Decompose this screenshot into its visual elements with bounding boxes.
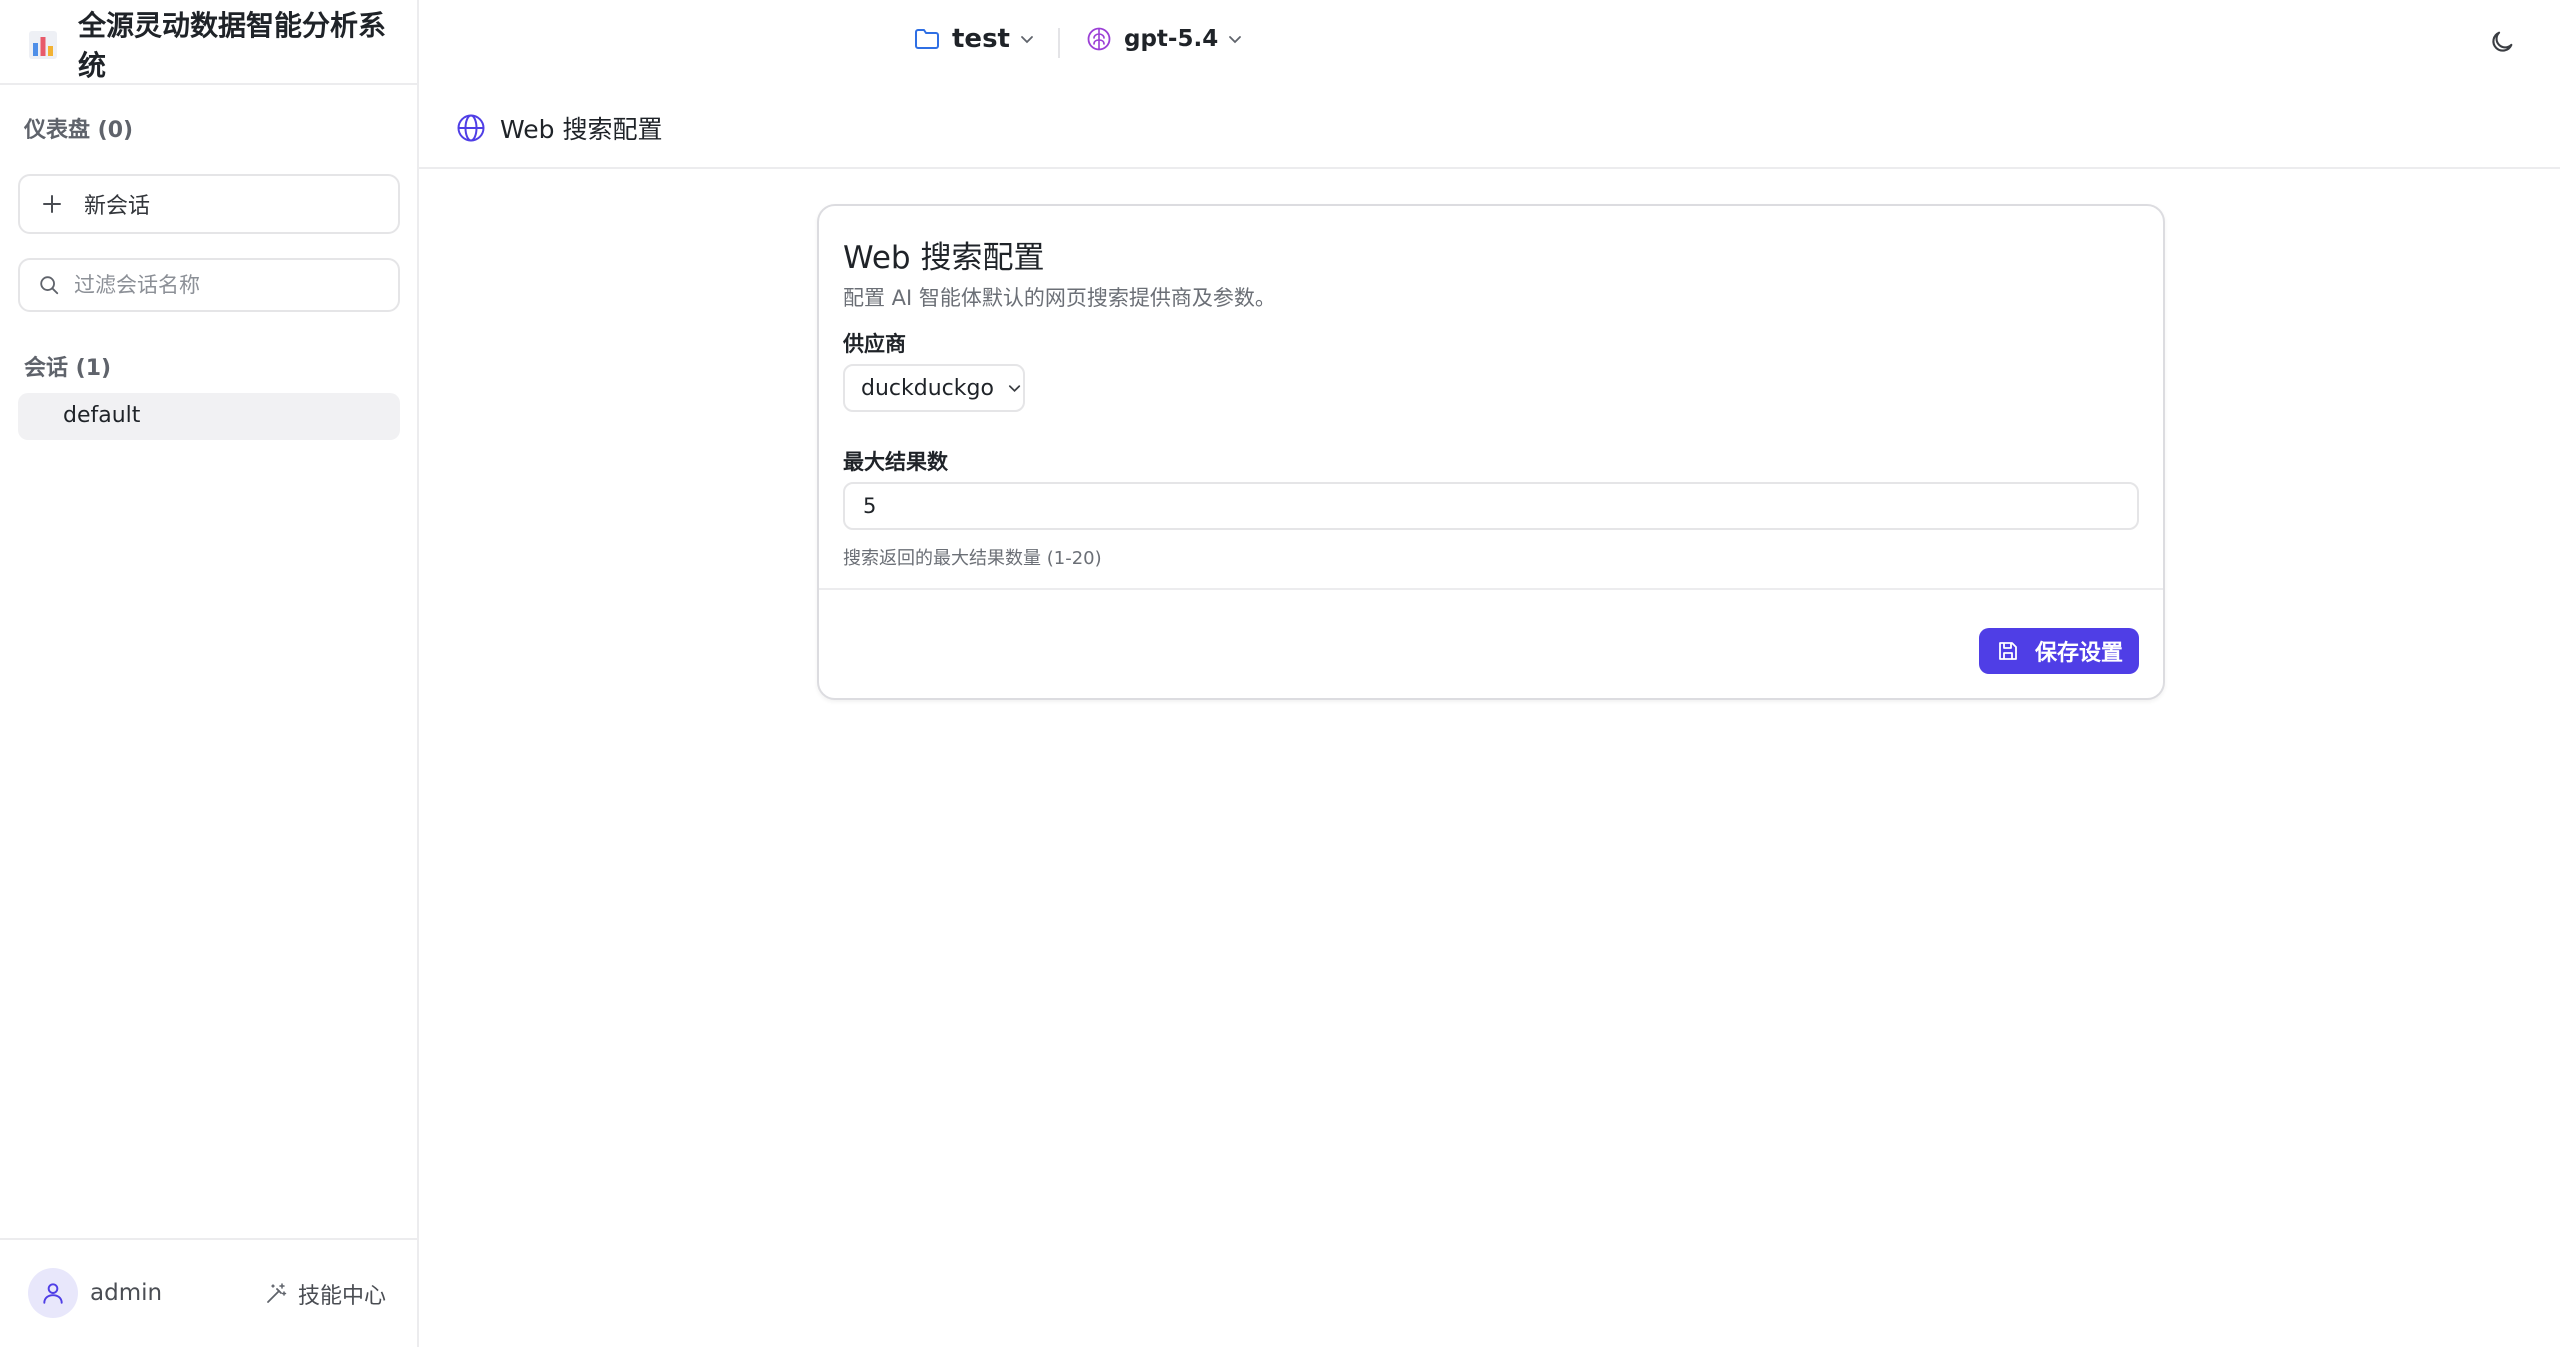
sessions-section-title: 会话 (1) xyxy=(24,356,112,381)
provider-value: duckduckgo xyxy=(861,375,994,401)
session-item-label: default xyxy=(63,403,141,428)
new-chat-label: 新会话 xyxy=(84,194,151,219)
globe-icon xyxy=(457,114,485,142)
chevron-down-icon xyxy=(1008,385,1021,393)
max-results-hint: 搜索返回的最大结果数量 (1-20) xyxy=(843,548,1102,569)
top-bar xyxy=(419,0,2560,86)
user-icon xyxy=(43,1283,63,1304)
project-selector[interactable]: test xyxy=(914,24,1036,54)
page-header: Web 搜索配置 xyxy=(456,110,662,146)
divider xyxy=(1058,28,1060,58)
bar-chart-logo-icon xyxy=(29,31,57,59)
moon-icon[interactable] xyxy=(2488,28,2516,56)
max-results-label: 最大结果数 xyxy=(843,450,948,474)
avatar[interactable] xyxy=(28,1268,78,1318)
divider xyxy=(0,83,417,85)
card-title: Web 搜索配置 xyxy=(843,240,1045,276)
save-settings-button[interactable]: 保存设置 xyxy=(1979,628,2139,674)
skills-center-label: 技能中心 xyxy=(298,1284,387,1309)
chevron-down-icon xyxy=(1229,36,1242,44)
plus-icon xyxy=(43,195,61,213)
dashboard-section-title[interactable]: 仪表盘 (0) xyxy=(24,112,133,144)
brand: 全源灵动数据智能分析系统 xyxy=(28,6,408,82)
save-settings-label: 保存设置 xyxy=(2035,641,2124,666)
folder-icon xyxy=(915,29,939,49)
project-name: test xyxy=(952,24,1010,54)
session-filter-input[interactable] xyxy=(72,272,396,298)
provider-label: 供应商 xyxy=(843,332,906,356)
max-results-field xyxy=(843,482,2139,530)
session-item-default[interactable]: default xyxy=(18,393,400,440)
web-search-config-card: Web 搜索配置 配置 AI 智能体默认的网页搜索提供商及参数。 供应商 duc… xyxy=(817,204,2165,700)
card-description: 配置 AI 智能体默认的网页搜索提供商及参数。 xyxy=(843,286,1276,310)
skills-center-button[interactable]: 技能中心 xyxy=(264,1278,386,1310)
page-title: Web 搜索配置 xyxy=(500,115,663,144)
divider xyxy=(819,588,2163,590)
search-icon xyxy=(40,276,59,295)
max-results-input[interactable] xyxy=(861,493,2065,519)
model-name: gpt-5.4 xyxy=(1124,26,1219,52)
sidebar: 全源灵动数据智能分析系统 仪表盘 (0) 新会话 会话 (1) default … xyxy=(0,0,419,1347)
divider xyxy=(0,1238,417,1240)
divider xyxy=(419,167,2560,169)
chevron-down-icon xyxy=(1021,36,1033,44)
provider-select[interactable]: duckduckgo xyxy=(843,364,1025,412)
app-title: 全源灵动数据智能分析系统 xyxy=(78,9,387,82)
magic-wand-icon xyxy=(267,1283,287,1303)
brain-icon xyxy=(1087,27,1111,51)
session-filter xyxy=(18,258,400,312)
user-name: admin xyxy=(90,1280,163,1306)
model-selector[interactable]: gpt-5.4 xyxy=(1086,26,1244,52)
save-icon xyxy=(1999,642,2017,660)
new-chat-button[interactable]: 新会话 xyxy=(18,174,400,234)
